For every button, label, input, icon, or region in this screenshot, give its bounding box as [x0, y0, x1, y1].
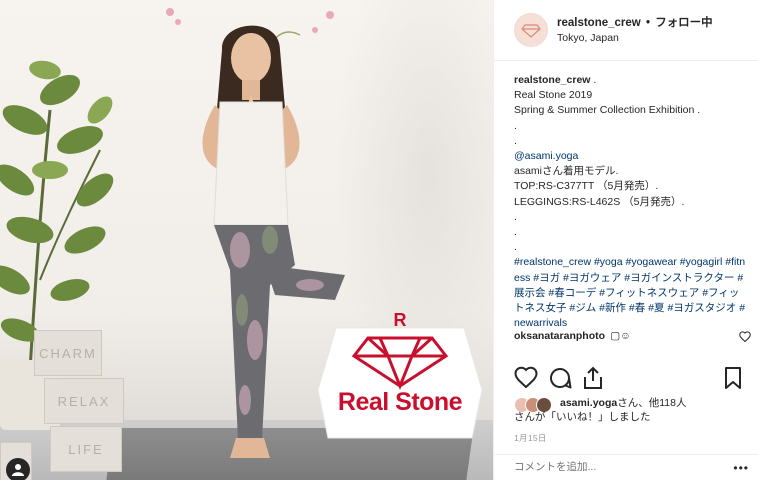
- caption-username-suffix: .: [590, 74, 597, 86]
- comment-bar: •••: [494, 454, 758, 481]
- comment-username-link[interactable]: oksanataranphoto: [514, 330, 605, 342]
- header-username-link[interactable]: realstone_crew: [557, 17, 641, 29]
- likes-count-link[interactable]: さん、他118人: [617, 397, 686, 409]
- likes-text-line2: さんが「いいね！」しました: [514, 411, 651, 423]
- header-separator: •: [645, 17, 650, 29]
- like-heart-icon[interactable]: [514, 366, 538, 388]
- caption-dot: .: [514, 134, 517, 147]
- likes-text-line1: asami.yogaさん、他118人: [560, 397, 750, 410]
- liker-username-link[interactable]: asami.yoga: [560, 397, 617, 409]
- yoga-block-relax: RELAX: [44, 378, 124, 424]
- comment-text: ▢☺: [605, 330, 631, 342]
- more-options-icon[interactable]: •••: [733, 461, 749, 475]
- comment-bubble-icon[interactable]: [548, 366, 572, 390]
- share-icon[interactable]: [582, 366, 604, 390]
- yoga-block-life: LIFE: [50, 426, 122, 472]
- instagram-post: CHARM RELAX LIFE R Real Stone realstone_…: [0, 0, 758, 480]
- caption-line-leggings: LEGGINGS:RS-L462S （5月発売）.: [514, 195, 685, 208]
- caption-line-subtitle: Spring & Summer Collection Exhibition .: [514, 104, 701, 117]
- comment-row: oksanataranphoto ▢☺: [514, 330, 746, 342]
- tagged-user-button[interactable]: [6, 458, 30, 480]
- bookmark-icon[interactable]: [724, 366, 742, 390]
- caption-dot: .: [514, 226, 517, 239]
- caption-dot: .: [514, 210, 517, 223]
- comment-input[interactable]: [514, 461, 704, 473]
- plant-illustration: [0, 60, 114, 370]
- yoga-block-charm: CHARM: [34, 330, 102, 376]
- diamond-logo-icon: [521, 24, 541, 38]
- caption-line-model: asamiさん着用モデル.: [514, 165, 619, 178]
- post-photo[interactable]: CHARM RELAX LIFE R Real Stone: [0, 0, 493, 480]
- header-user-line: realstone_crew • フォロー中: [557, 14, 713, 30]
- user-icon: [12, 464, 24, 476]
- location-link[interactable]: Tokyo, Japan: [557, 32, 619, 44]
- post-date[interactable]: 1月15日: [514, 432, 547, 444]
- caption-line-top: TOP:RS-C377TT （5月発売）.: [514, 180, 659, 193]
- real-stone-logo: R: [317, 310, 483, 439]
- caption-dot: .: [514, 241, 517, 254]
- post-actions: [514, 366, 746, 392]
- real-stone-sign: R Real Stone: [317, 308, 483, 444]
- follow-status-button[interactable]: フォロー中: [655, 17, 713, 29]
- post-header: realstone_crew • フォロー中 Tokyo, Japan: [494, 0, 758, 61]
- svg-text:R: R: [394, 310, 407, 330]
- post-sidebar: realstone_crew • フォロー中 Tokyo, Japan real…: [493, 0, 758, 480]
- caption-line-title: Real Stone 2019: [514, 89, 593, 102]
- hashtag-list[interactable]: #realstone_crew #yoga #yogawear #yogagir…: [514, 255, 746, 331]
- sign-text: Real Stone: [337, 388, 463, 416]
- caption-dot: .: [514, 119, 517, 132]
- comment-like-heart-icon[interactable]: [739, 331, 751, 342]
- post-caption: realstone_crew . Real Stone 2019 Spring …: [514, 73, 746, 331]
- profile-avatar[interactable]: [514, 13, 548, 47]
- caption-username-link[interactable]: realstone_crew: [514, 74, 590, 86]
- likes-summary: asami.yogaさん、他118人 さんが「いいね！」しました: [514, 397, 746, 427]
- mention-link[interactable]: @asami.yoga: [514, 149, 746, 164]
- liker-avatars[interactable]: [514, 397, 558, 413]
